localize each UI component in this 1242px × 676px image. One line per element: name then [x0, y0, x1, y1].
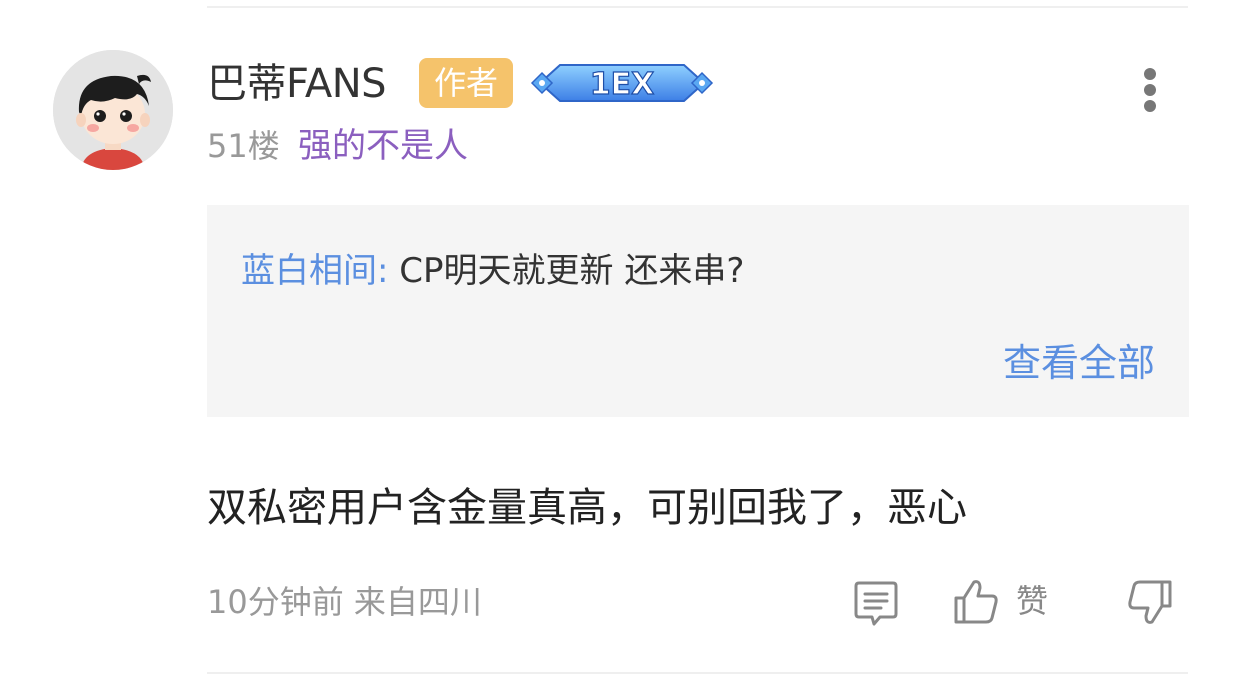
quote-text: CP明天就更新 还来串? — [399, 251, 745, 291]
more-dot — [1144, 100, 1156, 112]
more-vertical-icon — [1144, 68, 1156, 80]
reply-icon — [854, 581, 898, 626]
bottom-divider — [207, 672, 1188, 674]
top-divider — [207, 6, 1188, 8]
quote-author[interactable]: 蓝白相间: — [241, 251, 399, 291]
comment-meta: 10分钟前 来自四川 — [207, 583, 482, 621]
view-all-link[interactable]: 查看全部 — [1003, 339, 1155, 387]
dislike-button[interactable] — [1124, 576, 1176, 628]
level-badge-text: 1EX — [590, 67, 655, 102]
like-label: 赞 — [1016, 582, 1049, 620]
avatar[interactable] — [53, 50, 173, 170]
reply-button[interactable] — [850, 578, 902, 630]
thumbs-down-icon — [1128, 580, 1172, 624]
more-dot — [1144, 84, 1156, 96]
quoted-reply[interactable]: 蓝白相间: CP明天就更新 还来串? 查看全部 — [207, 205, 1189, 417]
quote-line: 蓝白相间: CP明天就更新 还来串? — [241, 249, 744, 293]
floor-number: 51楼 — [207, 127, 280, 165]
comment-content: 双私密用户含金量真高，可别回我了，恶心 — [207, 485, 967, 531]
avatar-illustration — [53, 50, 173, 170]
username[interactable]: 巴蒂FANS — [207, 60, 387, 108]
user-title[interactable]: 强的不是人 — [298, 124, 468, 168]
thumbs-up-icon — [954, 580, 998, 624]
level-badge: 1EX — [530, 55, 714, 111]
author-badge: 作者 — [419, 58, 513, 108]
more-options-button[interactable] — [1128, 62, 1172, 118]
like-button[interactable]: 赞 — [950, 576, 1060, 628]
